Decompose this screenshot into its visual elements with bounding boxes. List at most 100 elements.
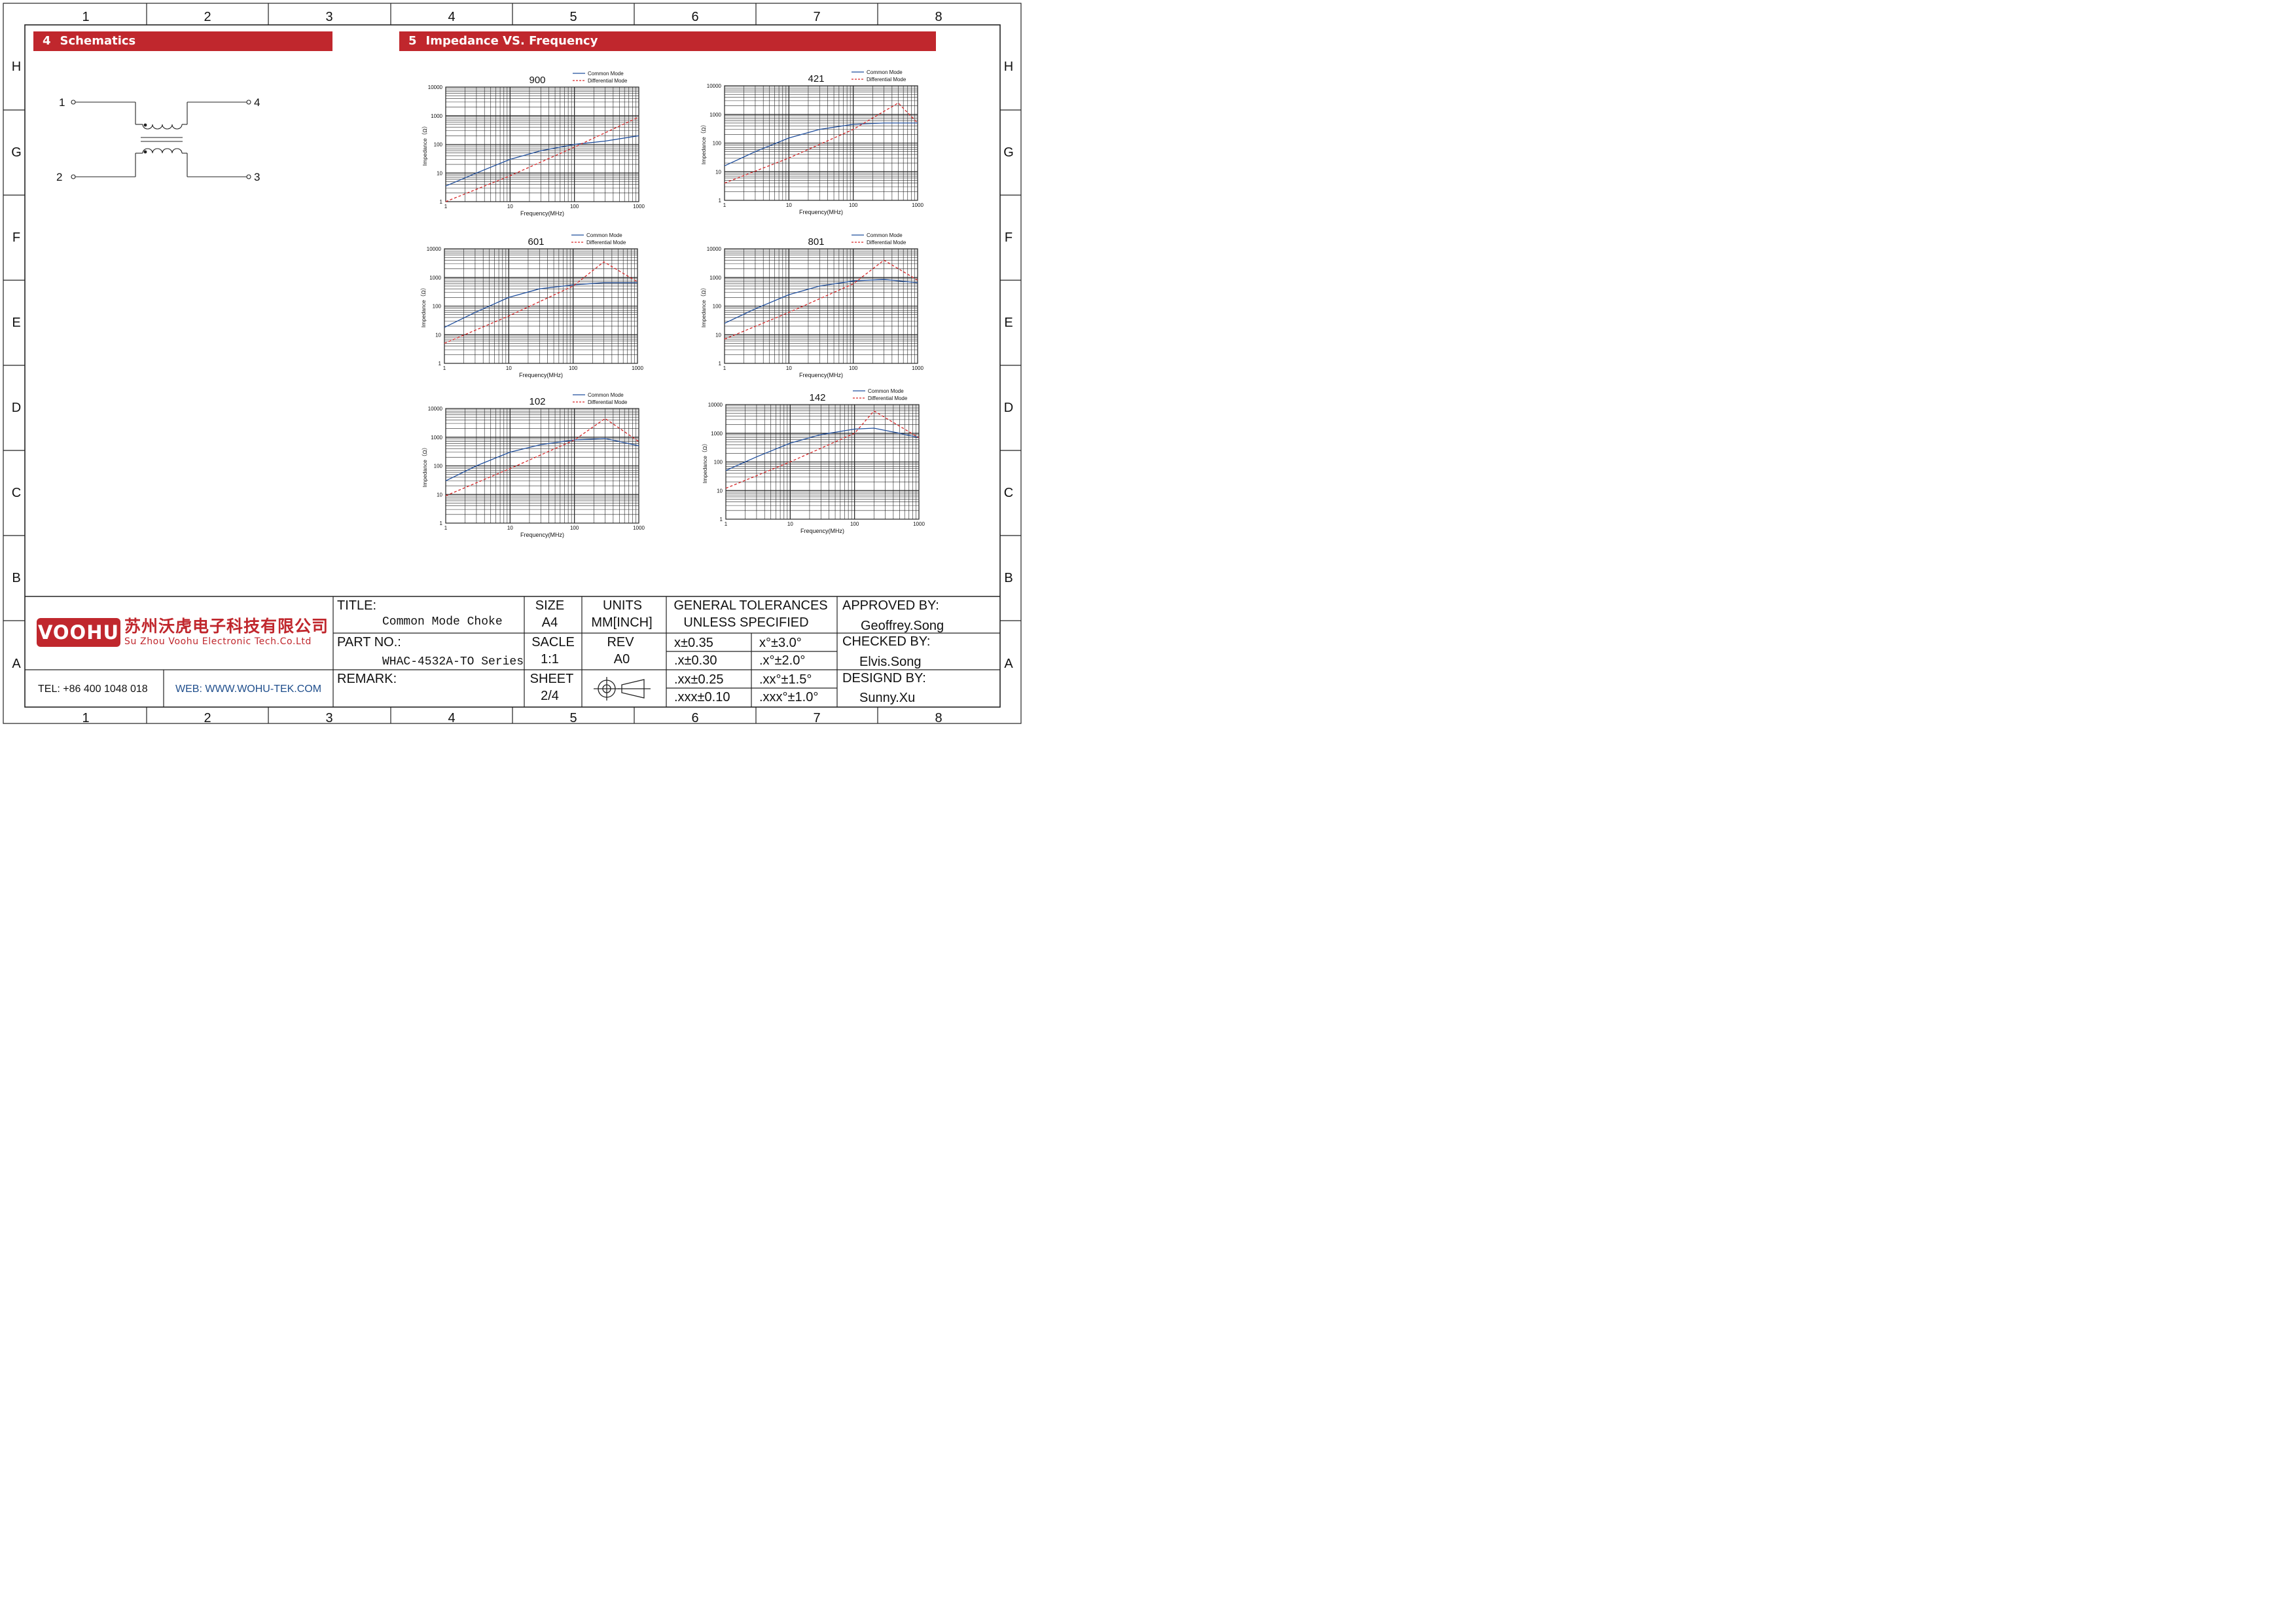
legend-label: Differential Mode	[588, 78, 628, 84]
approved-by-label: APPROVED BY:	[842, 598, 939, 613]
y-tick-label: 10000	[707, 246, 722, 252]
grid	[444, 248, 638, 364]
impedance-chart-421: 1 10 100 1000 1 10 100 1000 10000 Frequency(MHz) I…	[700, 69, 924, 215]
x-tick-label: 1000	[633, 204, 645, 210]
title-label: TITLE:	[337, 598, 377, 613]
pin-1-label: 1	[59, 96, 65, 109]
y-tick-label: 100	[714, 460, 723, 465]
y-tick-label: 10	[715, 332, 721, 338]
x-tick-label: 1	[723, 202, 726, 208]
frame-column-label: 8	[935, 10, 942, 24]
x-axis-label: Frequency(MHz)	[520, 532, 564, 538]
x-axis-label: Frequency(MHz)	[799, 209, 843, 215]
y-axis-label: Impedance（Ω）	[702, 441, 708, 483]
x-tick-label: 1000	[632, 365, 643, 371]
frame-row-label: D	[1004, 401, 1013, 415]
scale-label: SACLE	[531, 635, 575, 649]
differential-mode-line	[724, 259, 918, 340]
frame-row-label: H	[12, 60, 21, 74]
tolerances-title: GENERAL TOLERANCES	[673, 598, 828, 613]
approved-by-value: Geoffrey.Song	[861, 619, 944, 633]
voohu-logo: VOOHU	[37, 618, 120, 647]
y-tick-label: 1000	[431, 435, 442, 441]
size-label: SIZE	[535, 598, 565, 613]
size-value: A4	[541, 615, 558, 630]
y-tick-label: 10000	[428, 84, 443, 90]
sheet-label: SHEET	[529, 672, 574, 686]
frame-column-label: 1	[82, 10, 89, 24]
frame-row-label: G	[11, 145, 22, 160]
frame-row-label: B	[1004, 571, 1013, 585]
x-tick-label: 1000	[912, 365, 924, 371]
y-tick-label: 100	[713, 141, 722, 147]
legend-label: Differential Mode	[588, 399, 628, 405]
company-name-cn: 苏州沃虎电子科技有限公司	[124, 617, 329, 636]
y-tick-label: 1000	[431, 113, 442, 119]
tolerance-angular: x°±3.0°	[759, 636, 802, 650]
frame-row-label: B	[12, 571, 20, 585]
x-tick-label: 100	[570, 525, 579, 531]
chart-title: 801	[808, 236, 824, 247]
y-axis-label: Impedance（Ω）	[700, 122, 707, 164]
website-link[interactable]: WEB: WWW.WOHU-TEK.COM	[175, 684, 321, 695]
common-mode-line	[445, 135, 639, 187]
frame-column-label: 7	[813, 711, 820, 725]
tolerance-linear: .xx±0.25	[674, 672, 724, 687]
differential-mode-line	[444, 261, 638, 344]
y-tick-label: 1000	[709, 112, 721, 118]
frame-column-label: 3	[325, 711, 332, 725]
x-tick-label: 1	[443, 365, 446, 371]
tolerance-angular: .xxx°±1.0°	[759, 690, 819, 704]
frame-column-label: 4	[448, 10, 455, 24]
legend-label: Differential Mode	[868, 395, 908, 401]
x-tick-label: 1000	[913, 521, 925, 527]
checked-by-label: CHECKED BY:	[842, 634, 931, 649]
impedance-header: 5 Impedance VS. Frequency	[399, 31, 936, 51]
y-tick-label: 10	[437, 170, 442, 176]
tolerance-linear: x±0.35	[674, 636, 713, 650]
legend-label: Differential Mode	[867, 240, 906, 246]
designed-by-value: Sunny.Xu	[859, 691, 916, 705]
sheet-value: 2/4	[541, 689, 559, 703]
legend-label: Common Mode	[586, 232, 622, 238]
x-tick-label: 10	[786, 202, 792, 208]
y-tick-label: 1	[719, 198, 722, 204]
frame-column-label: 4	[448, 711, 455, 725]
legend-label: Common Mode	[868, 388, 904, 394]
impedance-chart-801: 1 10 100 1000 1 10 100 1000 10000 Frequency(MHz) I…	[700, 232, 924, 378]
x-tick-label: 10	[507, 525, 513, 531]
schematics-title: Schematics	[60, 34, 136, 48]
pin-4-label: 4	[254, 96, 260, 109]
chart-title: 601	[528, 236, 544, 247]
part-no-label: PART NO.:	[337, 635, 401, 649]
impedance-chart-142: 1 10 100 1000 1 10 100 1000 10000 Frequency(MHz) I…	[702, 388, 925, 534]
schematics-number: 4	[43, 34, 51, 48]
legend-label: Differential Mode	[586, 240, 626, 246]
x-tick-label: 100	[570, 204, 579, 210]
grid	[724, 85, 918, 201]
legend-label: Common Mode	[867, 69, 903, 75]
common-mode-choke-schematic: 1 2 3 4	[56, 96, 260, 183]
y-tick-label: 10000	[707, 83, 722, 89]
y-tick-label: 100	[713, 304, 722, 310]
rev-value: A0	[613, 652, 630, 666]
frame-column-label: 7	[813, 10, 820, 24]
x-tick-label: 1000	[912, 202, 924, 208]
scale-value: 1:1	[541, 652, 559, 666]
y-tick-label: 1000	[711, 431, 723, 437]
y-tick-label: 1	[439, 361, 442, 367]
frame-column-label: 2	[204, 711, 211, 725]
y-tick-label: 1	[440, 520, 443, 526]
x-tick-label: 1	[725, 521, 728, 527]
frame-row-label: F	[12, 230, 20, 245]
frame-row-label: C	[1004, 486, 1013, 500]
y-axis-label: Impedance（Ω）	[700, 285, 707, 327]
frame-row-label: D	[12, 401, 21, 415]
grid	[725, 404, 920, 520]
impedance-chart-900: 1 10 100 1000 1 10 100 1000 10000 Frequency(MHz) I…	[422, 71, 645, 217]
frame-column-label: 6	[691, 10, 698, 24]
frame-row-label: E	[12, 316, 20, 330]
x-tick-label: 100	[850, 521, 859, 527]
frame-row-label: G	[1003, 145, 1014, 160]
x-tick-label: 100	[569, 365, 578, 371]
